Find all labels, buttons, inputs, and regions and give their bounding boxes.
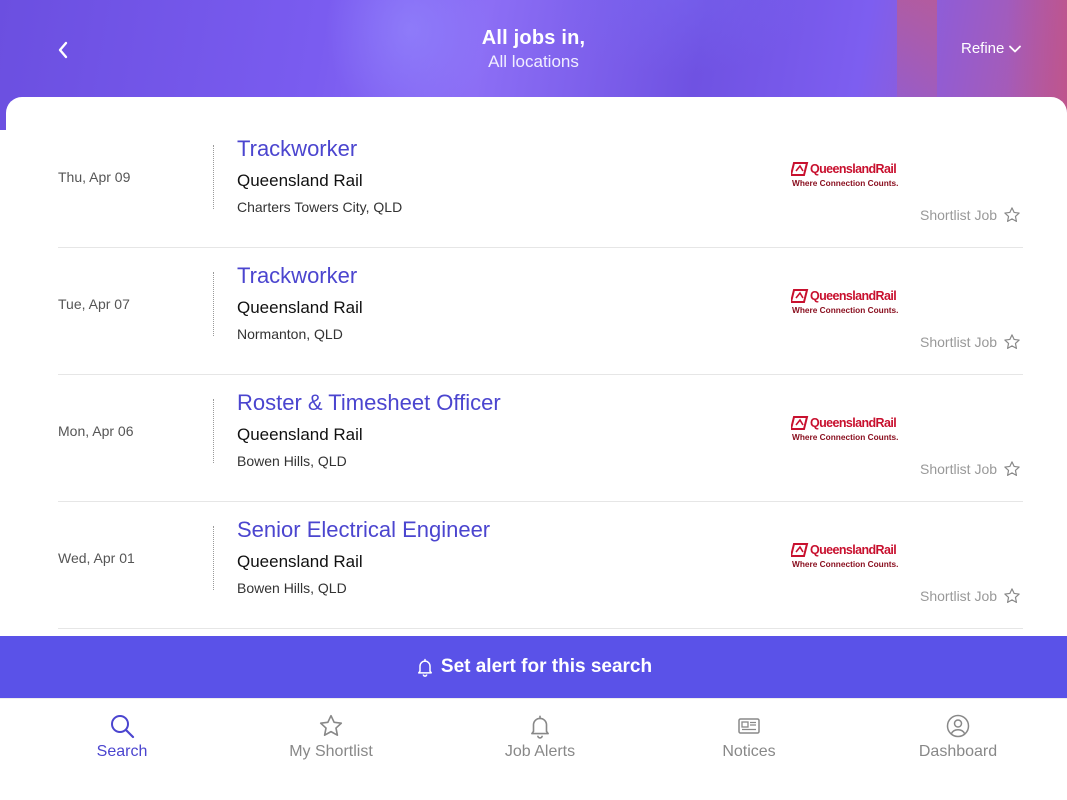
shortlist-job-button[interactable]: Shortlist Job [920, 460, 1021, 478]
tab-label: Notices [722, 743, 776, 760]
refine-button[interactable]: Refine [961, 40, 1022, 57]
company-logo: QueenslandRail Where Connection Counts. [791, 416, 898, 442]
star-icon [1004, 207, 1020, 222]
user-circle-icon [946, 714, 970, 738]
job-list-item[interactable]: Tue, Apr 07 Trackworker Queensland Rail … [58, 248, 1023, 375]
job-date: Mon, Apr 06 [58, 423, 134, 439]
page-title: All jobs in, [481, 27, 586, 49]
queensland-rail-logo-icon [791, 416, 809, 430]
job-company: Queensland Rail [237, 425, 363, 444]
svg-text:QueenslandRail: QueenslandRail [810, 416, 896, 430]
star-icon [1004, 461, 1020, 476]
shortlist-job-button[interactable]: Shortlist Job [920, 206, 1021, 224]
company-logo: QueenslandRail Where Connection Counts. [791, 543, 898, 569]
job-list-item[interactable]: Mon, Apr 06 Roster & Timesheet Officer Q… [58, 375, 1023, 502]
job-company: Queensland Rail [237, 171, 363, 190]
tab-notices[interactable]: Notices [674, 713, 824, 761]
queensland-rail-logo-icon [791, 543, 809, 557]
chevron-down-icon [1009, 45, 1022, 52]
queensland-rail-logo-icon [791, 289, 809, 303]
job-title-link[interactable]: Trackworker [237, 263, 357, 289]
job-date: Thu, Apr 09 [58, 169, 131, 185]
tab-label: Job Alerts [504, 743, 576, 760]
svg-text:Where Connection Counts.: Where Connection Counts. [792, 559, 898, 569]
tab-dashboard[interactable]: Dashboard [883, 713, 1033, 761]
bell-icon [417, 658, 432, 677]
job-title-link[interactable]: Senior Electrical Engineer [237, 517, 490, 543]
shortlist-label: Shortlist Job [920, 207, 998, 223]
job-list-item[interactable]: Thu, Apr 09 Trackworker Queensland Rail … [58, 121, 1023, 248]
set-alert-button[interactable]: Set alert for this search [0, 636, 1067, 698]
shortlist-job-button[interactable]: Shortlist Job [920, 587, 1021, 605]
divider [213, 399, 214, 463]
job-title-link[interactable]: Roster & Timesheet Officer [237, 390, 501, 416]
divider [213, 145, 214, 209]
shortlist-label: Shortlist Job [920, 461, 998, 477]
tab-label: Search [96, 743, 148, 760]
svg-text:QueenslandRail: QueenslandRail [810, 289, 896, 303]
company-logo: QueenslandRail Where Connection Counts. [791, 289, 898, 315]
set-alert-label: Set alert for this search [440, 656, 653, 677]
tab-label: Dashboard [918, 743, 998, 760]
job-company: Queensland Rail [237, 552, 363, 571]
star-icon [1004, 334, 1020, 349]
job-location: Bowen Hills, QLD [237, 580, 347, 596]
svg-text:Where Connection Counts.: Where Connection Counts. [792, 432, 898, 442]
job-company: Queensland Rail [237, 298, 363, 317]
job-date: Tue, Apr 07 [58, 296, 130, 312]
company-logo: QueenslandRail Where Connection Counts. [791, 162, 898, 188]
shortlist-label: Shortlist Job [920, 588, 998, 604]
job-list-item[interactable]: Wed, Apr 01 Senior Electrical Engineer Q… [58, 502, 1023, 629]
svg-text:Where Connection Counts.: Where Connection Counts. [792, 305, 898, 315]
page-subtitle: All locations [488, 52, 579, 71]
queensland-rail-logo-icon [791, 162, 809, 176]
shortlist-label: Shortlist Job [920, 334, 998, 350]
refine-label: Refine [961, 40, 1005, 57]
tab-job-alerts[interactable]: Job Alerts [465, 713, 615, 761]
job-date: Wed, Apr 01 [58, 550, 135, 566]
tab-label: My Shortlist [289, 743, 373, 760]
search-icon [111, 715, 135, 739]
tab-search[interactable]: Search [47, 713, 197, 761]
svg-text:Where Connection Counts.: Where Connection Counts. [792, 178, 898, 188]
job-location: Bowen Hills, QLD [237, 453, 347, 469]
bell-icon [531, 715, 549, 739]
newspaper-icon [738, 718, 760, 734]
svg-text:QueenslandRail: QueenslandRail [810, 162, 896, 176]
job-list: Thu, Apr 09 Trackworker Queensland Rail … [6, 97, 1067, 637]
divider [213, 272, 214, 336]
star-icon [319, 714, 343, 737]
shortlist-job-button[interactable]: Shortlist Job [920, 333, 1021, 351]
bottom-tab-bar: Search My Shortlist Job Alerts Notices D… [0, 698, 1067, 800]
tab-my-shortlist[interactable]: My Shortlist [256, 713, 406, 761]
job-location: Normanton, QLD [237, 326, 343, 342]
star-icon [1004, 588, 1020, 603]
job-title-link[interactable]: Trackworker [237, 136, 357, 162]
svg-text:QueenslandRail: QueenslandRail [810, 543, 896, 557]
divider [213, 526, 214, 590]
job-location: Charters Towers City, QLD [237, 199, 403, 215]
